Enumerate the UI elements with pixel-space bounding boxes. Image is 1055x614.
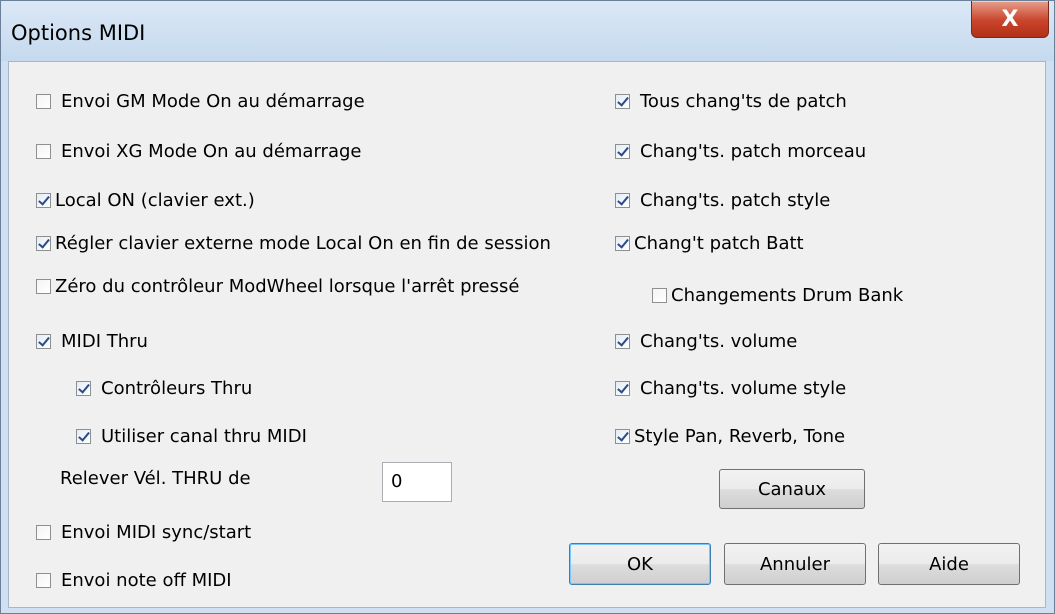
title-bar: Options MIDI — [1, 1, 1054, 61]
cancel-button[interactable]: Annuler — [724, 543, 866, 585]
send-xg-mode-checkbox[interactable]: Envoi XG Mode On au démarrage — [36, 138, 361, 164]
checkbox-box[interactable] — [76, 380, 91, 396]
checkbox-box[interactable] — [615, 93, 630, 109]
checkbox-label: Style Pan, Reverb, Tone — [634, 425, 846, 447]
midi-thru-checkbox[interactable]: MIDI Thru — [36, 328, 148, 354]
send-note-off-checkbox[interactable]: Envoi note off MIDI — [36, 567, 232, 593]
checkbox-label: Chang'ts. volume style — [640, 377, 847, 399]
checkbox-box[interactable] — [36, 524, 51, 540]
checkbox-label: Envoi GM Mode On au démarrage — [61, 90, 365, 112]
dialog-title: Options MIDI — [11, 21, 146, 45]
checkbox-box[interactable] — [36, 572, 51, 588]
checkbox-box[interactable] — [36, 93, 51, 109]
drum-bank-changes-checkbox[interactable]: Changements Drum Bank — [652, 282, 903, 308]
zero-modwheel-checkbox[interactable]: Zéro du contrôleur ModWheel lorsque l'ar… — [36, 273, 519, 299]
song-patch-changes-checkbox[interactable]: Chang'ts. patch morceau — [615, 138, 866, 164]
checkbox-label: Changements Drum Bank — [671, 284, 904, 306]
checkbox-box[interactable] — [615, 192, 630, 208]
style-pan-reverb-tone-checkbox[interactable]: Style Pan, Reverb, Tone — [615, 423, 845, 449]
checkbox-box[interactable] — [36, 235, 51, 251]
checkbox-label: Chang'ts. patch morceau — [640, 140, 867, 162]
checkbox-label: Contrôleurs Thru — [101, 377, 253, 399]
help-button[interactable]: Aide — [878, 543, 1020, 585]
style-patch-changes-checkbox[interactable]: Chang'ts. patch style — [615, 187, 830, 213]
checkbox-label: Envoi note off MIDI — [61, 569, 232, 591]
controllers-thru-checkbox[interactable]: Contrôleurs Thru — [76, 375, 252, 401]
checkbox-label: Zéro du contrôleur ModWheel lorsque l'ar… — [55, 275, 520, 297]
checkbox-box[interactable] — [76, 428, 91, 444]
checkbox-label: Utiliser canal thru MIDI — [101, 425, 307, 447]
style-volume-changes-checkbox[interactable]: Chang'ts. volume style — [615, 375, 846, 401]
use-thru-channel-checkbox[interactable]: Utiliser canal thru MIDI — [76, 423, 307, 449]
checkbox-box[interactable] — [36, 192, 51, 208]
local-on-checkbox[interactable]: Local ON (clavier ext.) — [36, 187, 255, 213]
checkbox-box[interactable] — [36, 143, 51, 159]
channels-button[interactable]: Canaux — [719, 469, 865, 509]
checkbox-label: Régler clavier externe mode Local On en … — [55, 232, 551, 254]
checkbox-label: Chang'ts. volume — [640, 330, 798, 352]
checkbox-box[interactable] — [615, 143, 630, 159]
close-button[interactable]: X — [971, 1, 1049, 38]
checkbox-label: Chang'ts. patch style — [640, 189, 831, 211]
checkbox-label: Local ON (clavier ext.) — [55, 189, 255, 211]
volume-changes-checkbox[interactable]: Chang'ts. volume — [615, 328, 797, 354]
checkbox-box[interactable] — [652, 287, 667, 303]
checkbox-box[interactable] — [36, 333, 51, 349]
checkbox-label: Tous chang'ts de patch — [640, 90, 847, 112]
checkbox-label: Chang't patch Batt — [634, 232, 804, 254]
velocity-thru-input[interactable]: 0 — [382, 462, 452, 502]
checkbox-box[interactable] — [36, 278, 51, 294]
checkbox-box[interactable] — [615, 235, 630, 251]
checkbox-box[interactable] — [615, 428, 630, 444]
send-gm-mode-checkbox[interactable]: Envoi GM Mode On au démarrage — [36, 88, 365, 114]
send-midi-sync-checkbox[interactable]: Envoi MIDI sync/start — [36, 519, 251, 545]
velocity-label: Relever Vél. THRU de — [60, 468, 251, 489]
drum-patch-change-checkbox[interactable]: Chang't patch Batt — [615, 230, 804, 256]
checkbox-box[interactable] — [615, 380, 630, 396]
checkbox-label: Envoi MIDI sync/start — [61, 521, 252, 543]
local-on-end-session-checkbox[interactable]: Régler clavier externe mode Local On en … — [36, 230, 551, 256]
ok-button[interactable]: OK — [569, 543, 711, 585]
checkbox-label: Envoi XG Mode On au démarrage — [61, 140, 362, 162]
all-patch-changes-checkbox[interactable]: Tous chang'ts de patch — [615, 88, 847, 114]
checkbox-label: MIDI Thru — [61, 330, 148, 352]
checkbox-box[interactable] — [615, 333, 630, 349]
